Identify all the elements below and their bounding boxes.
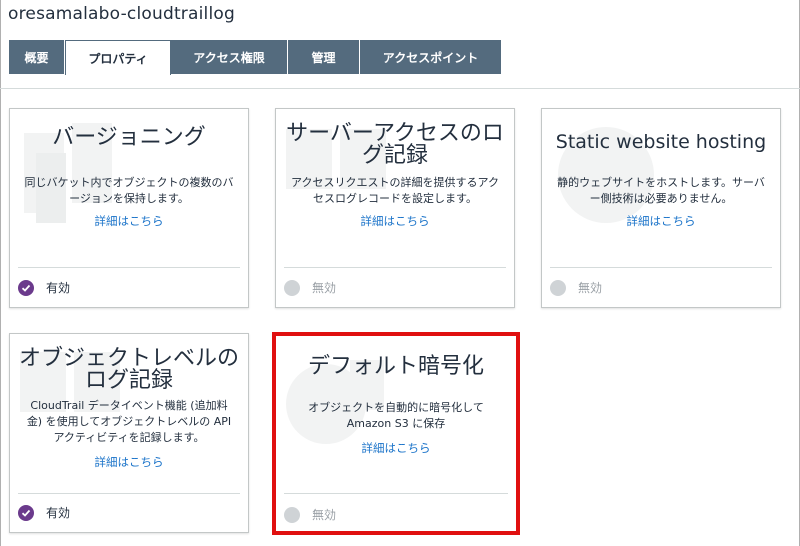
tab-access-points[interactable]: アクセスポイント: [360, 40, 501, 74]
tab-permissions[interactable]: アクセス権限: [171, 40, 288, 74]
static-website-hosting-separator: [550, 267, 772, 268]
object-level-logging-learn-more-link[interactable]: 詳細はこちら: [10, 454, 248, 470]
static-website-hosting-card[interactable]: Static website hosting 静的ウェブサイトをホストします。サ…: [541, 108, 781, 308]
versioning-status-label: 有効: [46, 281, 71, 295]
object-level-logging-separator: [18, 493, 240, 494]
static-website-hosting-learn-more-link[interactable]: 詳細はこちら: [542, 213, 780, 229]
default-encryption-title: デフォルト暗号化: [307, 354, 484, 379]
disabled-circle-icon: [284, 279, 300, 296]
server-access-logging-status-label: 無効: [312, 281, 337, 295]
server-access-logging-card[interactable]: サーバーアクセスのログ記録 アクセスリクエストの詳細を提供するアクセスログレコー…: [275, 108, 515, 308]
default-encryption-description: オブジェクトを自動的に暗号化して Amazon S3 に保存: [308, 401, 484, 430]
object-level-logging-title: オブジェクトレベルのログ記録: [18, 346, 239, 393]
object-level-logging-status-label: 有効: [46, 506, 71, 520]
static-website-hosting-description: 静的ウェブサイトをホストします。サーバー側技術は必要ありません。: [557, 176, 765, 205]
object-level-logging-card[interactable]: オブジェクトレベルのログ記録 CloudTrail データイベント機能 (追加料…: [9, 333, 249, 533]
versioning-title: バージョニング: [52, 125, 206, 150]
disabled-circle-icon: [284, 506, 300, 523]
content-divider: [0, 88, 800, 89]
check-icon: [18, 504, 34, 521]
bucket-name: oresamalabo-cloudtraillog: [8, 4, 235, 24]
versioning-separator: [18, 267, 240, 268]
default-encryption-learn-more-link[interactable]: 詳細はこちら: [276, 440, 516, 456]
default-encryption-status: 無効: [284, 506, 336, 523]
versioning-learn-more-link[interactable]: 詳細はこちら: [10, 213, 248, 229]
default-encryption-status-label: 無効: [312, 508, 337, 522]
tab-bar: 概要 プロパティ アクセス権限 管理 アクセスポイント: [9, 40, 501, 75]
server-access-logging-title: サーバーアクセスのログ記録: [286, 121, 504, 168]
static-website-hosting-title: Static website hosting: [555, 131, 767, 153]
server-access-logging-status: 無効: [284, 279, 336, 296]
check-icon: [18, 279, 34, 296]
object-level-logging-description: CloudTrail データイベント機能 (追加料金) を使用してオブジェクトレ…: [26, 399, 232, 444]
static-website-hosting-status-label: 無効: [578, 281, 603, 295]
server-access-logging-separator: [284, 267, 506, 268]
default-encryption-separator: [284, 493, 508, 494]
server-access-logging-description: アクセスリクエストの詳細を提供するアクセスログレコードを設定します。: [291, 176, 499, 205]
disabled-circle-icon: [550, 279, 566, 296]
versioning-card[interactable]: バージョニング 同じバケット内でオブジェクトの複数のバージョンを保持します。 詳…: [9, 108, 249, 308]
tab-overview[interactable]: 概要: [9, 40, 65, 74]
default-encryption-card[interactable]: デフォルト暗号化 オブジェクトを自動的に暗号化して Amazon S3 に保存 …: [272, 332, 520, 535]
versioning-description: 同じバケット内でオブジェクトの複数のバージョンを保持します。: [24, 176, 234, 205]
object-level-logging-status: 有効: [18, 504, 70, 521]
tab-properties[interactable]: プロパティ: [65, 40, 171, 75]
server-access-logging-learn-more-link[interactable]: 詳細はこちら: [276, 213, 514, 229]
versioning-status: 有効: [18, 279, 70, 296]
static-website-hosting-status: 無効: [550, 279, 602, 296]
tab-management[interactable]: 管理: [288, 40, 360, 74]
